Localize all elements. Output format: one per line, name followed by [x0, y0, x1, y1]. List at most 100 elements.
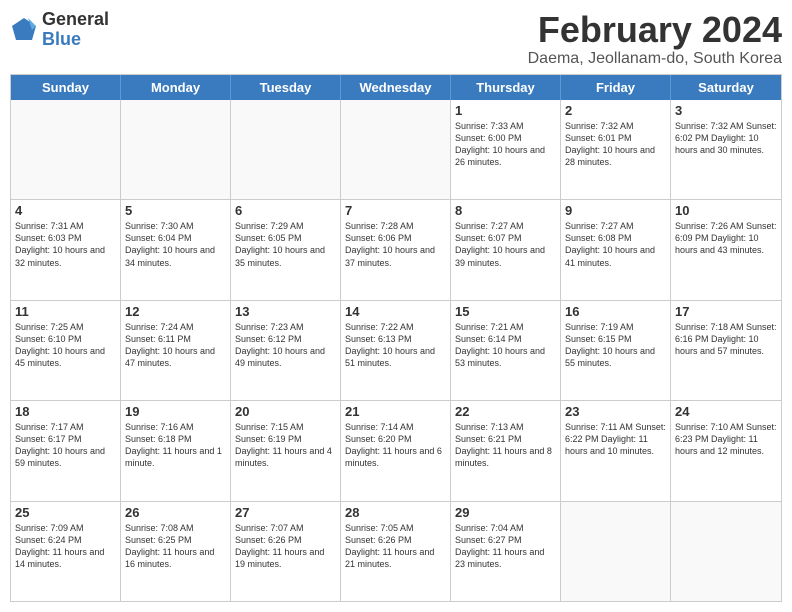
calendar-cell: 22Sunrise: 7:13 AM Sunset: 6:21 PM Dayli…	[451, 401, 561, 500]
cell-date: 1	[455, 103, 556, 118]
day-header-tuesday: Tuesday	[231, 75, 341, 100]
calendar-cell: 15 Sunrise: 7:21 AM Sunset: 6:14 PM Dayli…	[451, 301, 561, 400]
cell-date: 15	[455, 304, 556, 319]
calendar-cell: 21 Sunrise: 7:14 AM Sunset: 6:20 PM Dayli…	[341, 401, 451, 500]
cell-info: Sunrise: 7:09 AM Sunset: 6:24 PM Dayligh…	[15, 522, 116, 571]
cell-info: Sunrise: 7:26 AM Sunset: 6:09 PM Dayligh…	[675, 220, 777, 256]
cell-date: 11	[15, 304, 116, 319]
cell-date: 22	[455, 404, 556, 419]
cell-info: Sunrise: 7:07 AM Sunset: 6:26 PM Dayligh…	[235, 522, 336, 571]
calendar-cell: 25 Sunrise: 7:09 AM Sunset: 6:24 PM Dayli…	[11, 502, 121, 601]
calendar-cell	[671, 502, 781, 601]
cell-info: Sunrise: 7:16 AM Sunset: 6:18 PM Dayligh…	[125, 421, 226, 470]
calendar-week: 25 Sunrise: 7:09 AM Sunset: 6:24 PM Dayli…	[11, 502, 781, 601]
cell-date: 8	[455, 203, 556, 218]
cell-info: Sunrise: 7:17 AM Sunset: 6:17 PM Dayligh…	[15, 421, 116, 470]
calendar-cell: 20Sunrise: 7:15 AM Sunset: 6:19 PM Dayli…	[231, 401, 341, 500]
cell-date: 28	[345, 505, 446, 520]
calendar-week: 1 Sunrise: 7:33 AM Sunset: 6:00 PM Daylig…	[11, 100, 781, 200]
calendar-cell: 4 Sunrise: 7:31 AM Sunset: 6:03 PM Daylig…	[11, 200, 121, 299]
calendar-cell: 6 Sunrise: 7:29 AM Sunset: 6:05 PM Daylig…	[231, 200, 341, 299]
day-header-thursday: Thursday	[451, 75, 561, 100]
calendar-cell: 9 Sunrise: 7:27 AM Sunset: 6:08 PM Daylig…	[561, 200, 671, 299]
cell-date: 10	[675, 203, 777, 218]
cell-info: Sunrise: 7:30 AM Sunset: 6:04 PM Dayligh…	[125, 220, 226, 269]
calendar: SundayMondayTuesdayWednesdayThursdayFrid…	[10, 74, 782, 602]
calendar-cell	[341, 100, 451, 199]
calendar-cell: 28Sunrise: 7:05 AM Sunset: 6:26 PM Dayli…	[341, 502, 451, 601]
cell-info: Sunrise: 7:32 AM Sunset: 6:01 PM Dayligh…	[565, 120, 666, 169]
logo-general: General	[42, 10, 109, 30]
calendar-cell: 12Sunrise: 7:24 AM Sunset: 6:11 PM Dayli…	[121, 301, 231, 400]
cell-info: Sunrise: 7:31 AM Sunset: 6:03 PM Dayligh…	[15, 220, 116, 269]
calendar-cell: 10 Sunrise: 7:26 AM Sunset: 6:09 PM Dayli…	[671, 200, 781, 299]
cell-date: 16	[565, 304, 666, 319]
cell-date: 9	[565, 203, 666, 218]
calendar-cell: 23 Sunrise: 7:11 AM Sunset: 6:22 PM Dayli…	[561, 401, 671, 500]
cell-info: Sunrise: 7:18 AM Sunset: 6:16 PM Dayligh…	[675, 321, 777, 357]
calendar-cell: 7 Sunrise: 7:28 AM Sunset: 6:06 PM Daylig…	[341, 200, 451, 299]
cell-info: Sunrise: 7:10 AM Sunset: 6:23 PM Dayligh…	[675, 421, 777, 457]
calendar-cell: 26 Sunrise: 7:08 AM Sunset: 6:25 PM Dayli…	[121, 502, 231, 601]
cell-date: 26	[125, 505, 226, 520]
cell-info: Sunrise: 7:29 AM Sunset: 6:05 PM Dayligh…	[235, 220, 336, 269]
cell-info: Sunrise: 7:32 AM Sunset: 6:02 PM Dayligh…	[675, 120, 777, 156]
calendar-cell	[11, 100, 121, 199]
calendar-cell: 5Sunrise: 7:30 AM Sunset: 6:04 PM Daylig…	[121, 200, 231, 299]
cell-info: Sunrise: 7:28 AM Sunset: 6:06 PM Dayligh…	[345, 220, 446, 269]
calendar-cell	[121, 100, 231, 199]
cell-date: 13	[235, 304, 336, 319]
cell-info: Sunrise: 7:25 AM Sunset: 6:10 PM Dayligh…	[15, 321, 116, 370]
cell-date: 27	[235, 505, 336, 520]
cell-date: 14	[345, 304, 446, 319]
cell-date: 19	[125, 404, 226, 419]
cell-info: Sunrise: 7:27 AM Sunset: 6:08 PM Dayligh…	[565, 220, 666, 269]
page: General Blue February 2024 Daema, Jeolla…	[0, 0, 792, 612]
cell-info: Sunrise: 7:04 AM Sunset: 6:27 PM Dayligh…	[455, 522, 556, 571]
cell-date: 7	[345, 203, 446, 218]
cell-date: 21	[345, 404, 446, 419]
cell-date: 18	[15, 404, 116, 419]
cell-info: Sunrise: 7:27 AM Sunset: 6:07 PM Dayligh…	[455, 220, 556, 269]
day-header-wednesday: Wednesday	[341, 75, 451, 100]
cell-date: 24	[675, 404, 777, 419]
cell-date: 29	[455, 505, 556, 520]
cell-date: 4	[15, 203, 116, 218]
calendar-cell: 11 Sunrise: 7:25 AM Sunset: 6:10 PM Dayli…	[11, 301, 121, 400]
calendar-week: 4 Sunrise: 7:31 AM Sunset: 6:03 PM Daylig…	[11, 200, 781, 300]
calendar-week: 11 Sunrise: 7:25 AM Sunset: 6:10 PM Dayli…	[11, 301, 781, 401]
cell-info: Sunrise: 7:24 AM Sunset: 6:11 PM Dayligh…	[125, 321, 226, 370]
cell-info: Sunrise: 7:08 AM Sunset: 6:25 PM Dayligh…	[125, 522, 226, 571]
calendar-week: 18 Sunrise: 7:17 AM Sunset: 6:17 PM Dayli…	[11, 401, 781, 501]
cell-date: 3	[675, 103, 777, 118]
logo-text: General Blue	[42, 10, 109, 50]
calendar-cell: 18 Sunrise: 7:17 AM Sunset: 6:17 PM Dayli…	[11, 401, 121, 500]
calendar-cell: 16Sunrise: 7:19 AM Sunset: 6:15 PM Dayli…	[561, 301, 671, 400]
cell-date: 2	[565, 103, 666, 118]
cell-info: Sunrise: 7:11 AM Sunset: 6:22 PM Dayligh…	[565, 421, 666, 457]
cell-info: Sunrise: 7:21 AM Sunset: 6:14 PM Dayligh…	[455, 321, 556, 370]
cell-date: 25	[15, 505, 116, 520]
day-header-friday: Friday	[561, 75, 671, 100]
calendar-cell	[561, 502, 671, 601]
logo-icon	[10, 16, 38, 44]
cell-date: 23	[565, 404, 666, 419]
header-right: February 2024 Daema, Jeollanam-do, South…	[528, 10, 782, 68]
cell-info: Sunrise: 7:23 AM Sunset: 6:12 PM Dayligh…	[235, 321, 336, 370]
cell-info: Sunrise: 7:14 AM Sunset: 6:20 PM Dayligh…	[345, 421, 446, 470]
calendar-cell: 1 Sunrise: 7:33 AM Sunset: 6:00 PM Daylig…	[451, 100, 561, 199]
calendar-cell: 3 Sunrise: 7:32 AM Sunset: 6:02 PM Daylig…	[671, 100, 781, 199]
calendar-subtitle: Daema, Jeollanam-do, South Korea	[528, 50, 782, 68]
cell-date: 6	[235, 203, 336, 218]
header: General Blue February 2024 Daema, Jeolla…	[10, 10, 782, 68]
calendar-cell: 13 Sunrise: 7:23 AM Sunset: 6:12 PM Dayli…	[231, 301, 341, 400]
calendar-body: 1 Sunrise: 7:33 AM Sunset: 6:00 PM Daylig…	[11, 100, 781, 601]
calendar-header-row: SundayMondayTuesdayWednesdayThursdayFrid…	[11, 75, 781, 100]
cell-info: Sunrise: 7:33 AM Sunset: 6:00 PM Dayligh…	[455, 120, 556, 169]
calendar-cell: 19 Sunrise: 7:16 AM Sunset: 6:18 PM Dayli…	[121, 401, 231, 500]
calendar-cell: 27 Sunrise: 7:07 AM Sunset: 6:26 PM Dayli…	[231, 502, 341, 601]
logo-blue: Blue	[42, 30, 109, 50]
day-header-sunday: Sunday	[11, 75, 121, 100]
logo: General Blue	[10, 10, 109, 50]
calendar-cell: 24 Sunrise: 7:10 AM Sunset: 6:23 PM Dayli…	[671, 401, 781, 500]
